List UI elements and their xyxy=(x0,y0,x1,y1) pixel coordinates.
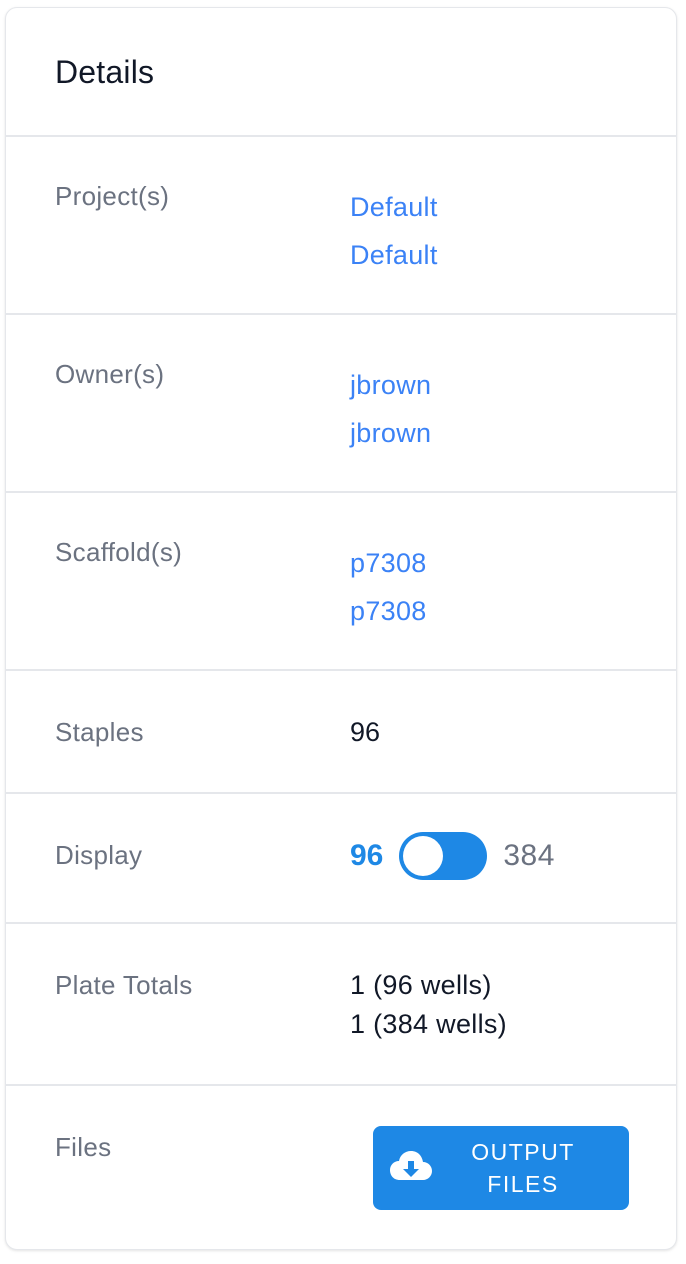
projects-label: Project(s) xyxy=(55,181,170,211)
files-label: Files xyxy=(55,1132,112,1162)
cloud-download-icon xyxy=(389,1150,433,1186)
staples-label: Staples xyxy=(55,717,144,747)
output-files-label[interactable]: OUTPUT FILES xyxy=(433,1136,629,1200)
card-header: Details xyxy=(6,8,676,137)
project-link[interactable]: Default xyxy=(350,183,438,231)
plate-totals-values: 1 (96 wells) 1 (384 wells) xyxy=(350,966,507,1044)
row-files: Files OUTPUT FILES xyxy=(6,1086,676,1249)
plate-total-line: 1 (384 wells) xyxy=(350,1009,507,1039)
row-scaffolds: Scaffold(s) p7308 p7308 xyxy=(6,493,676,671)
projects-values: Default Default xyxy=(350,183,438,279)
owner-link[interactable]: jbrown xyxy=(350,361,431,409)
scaffold-link[interactable]: p7308 xyxy=(350,587,427,635)
plate-totals-label: Plate Totals xyxy=(55,970,193,1000)
button-line-2: FILES xyxy=(487,1171,559,1197)
switch-knob[interactable] xyxy=(403,836,444,876)
toggle-option-96[interactable]: 96 xyxy=(350,839,383,873)
owner-link[interactable]: jbrown xyxy=(350,409,431,457)
scaffolds-label: Scaffold(s) xyxy=(55,537,183,567)
row-projects: Project(s) Default Default xyxy=(6,137,676,315)
output-files-button[interactable]: OUTPUT FILES xyxy=(373,1126,629,1210)
owners-label: Owner(s) xyxy=(55,359,165,389)
row-staples: Staples 96 xyxy=(6,671,676,794)
row-plate-totals: Plate Totals 1 (96 wells) 1 (384 wells) xyxy=(6,924,676,1086)
plate-total-line: 1 (96 wells) xyxy=(350,970,492,1000)
project-link[interactable]: Default xyxy=(350,231,438,279)
button-line-1: OUTPUT xyxy=(471,1139,575,1165)
toggle-option-384[interactable]: 384 xyxy=(503,839,555,873)
card-title: Details xyxy=(55,54,155,90)
scaffold-link[interactable]: p7308 xyxy=(350,539,427,587)
row-display: Display 96 384 xyxy=(6,794,676,924)
staples-value: 96 xyxy=(350,717,381,747)
plate-size-toggle: 96 384 xyxy=(350,832,555,880)
details-card: Details Project(s) Default Default Owner… xyxy=(5,7,677,1250)
display-label: Display xyxy=(55,840,143,870)
owners-values: jbrown jbrown xyxy=(350,361,431,457)
row-owners: Owner(s) jbrown jbrown xyxy=(6,315,676,493)
scaffolds-values: p7308 p7308 xyxy=(350,539,427,635)
plate-size-switch[interactable] xyxy=(399,832,488,880)
